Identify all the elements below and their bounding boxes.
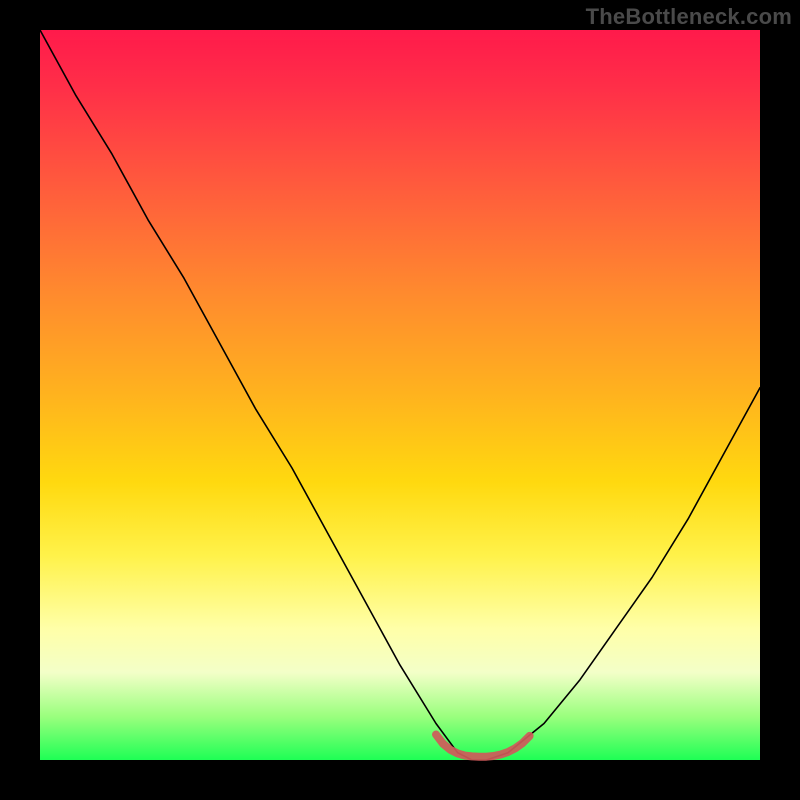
watermark-text: TheBottleneck.com (586, 4, 792, 30)
chart-frame: TheBottleneck.com (0, 0, 800, 800)
curves-svg (40, 30, 760, 760)
optimal-range-path (436, 735, 530, 757)
plot-area (40, 30, 760, 760)
bottleneck-curve-path (40, 30, 760, 760)
